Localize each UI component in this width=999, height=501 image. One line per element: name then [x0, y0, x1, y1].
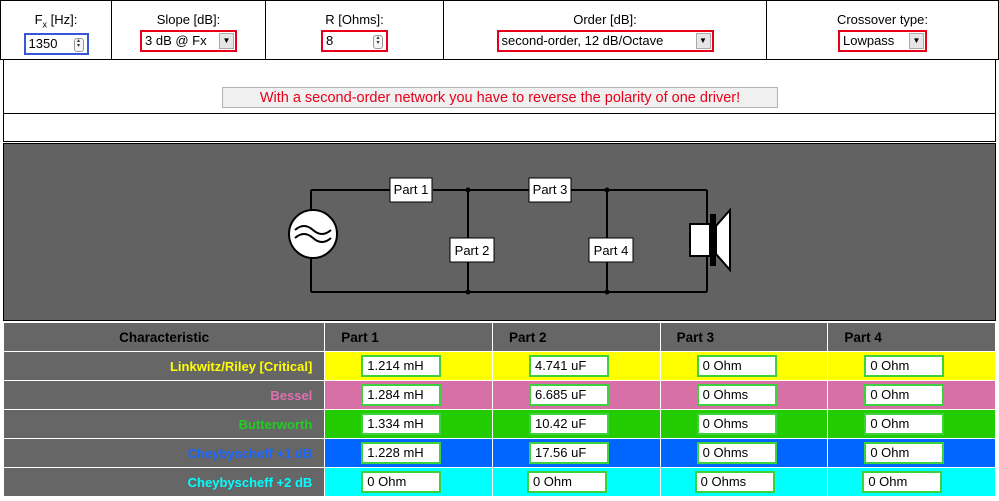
characteristic-name: Butterworth [2, 409, 326, 439]
order-cell: Order [dB]: second-order, 12 dB/Octave ▼ [443, 0, 767, 60]
part-2-box: Part 2 [449, 237, 495, 263]
results-body: Linkwitz/Riley [Critical] 1.214 mH 4.741 u… [2, 351, 996, 497]
table-row: Cheybyscheff +1 dB 1.228 mH 17.56 uF 0 Ohms… [2, 438, 996, 468]
chevron-down-icon[interactable]: ▼ [695, 33, 711, 49]
part-1-cell: 1.228 mH [324, 438, 493, 468]
part-2-value-field[interactable]: 0 Ohm [526, 471, 607, 493]
part-1-value-field[interactable]: 1.214 mH [361, 355, 442, 377]
table-row: Linkwitz/Riley [Critical] 1.214 mH 4.741 u… [2, 351, 996, 381]
part-4-cell: 0 Ohm [827, 438, 996, 468]
slope-label: Slope [dB]: [156, 12, 221, 27]
header-characteristic: Characteristic [2, 322, 326, 352]
header-part-3: Part 3 [659, 322, 829, 352]
part-2-value-field[interactable]: 6.685 uF [528, 384, 609, 406]
part-2-value-field[interactable]: 10.42 uF [528, 413, 609, 435]
part-3-box: Part 3 [528, 177, 572, 203]
fx-label: Fx [Hz]: [34, 12, 78, 30]
part-1-value-field[interactable]: 1.228 mH [361, 442, 442, 464]
part-4-value-field[interactable]: 0 Ohm [864, 355, 945, 377]
part-2-cell: 17.56 uF [491, 438, 661, 468]
circuit-schematic: Part 1 Part 3 Part 2 Part 4 [288, 177, 731, 295]
part-4-value-field[interactable]: 0 Ohm [864, 384, 945, 406]
part-3-value-field[interactable]: 0 Ohms [694, 471, 775, 493]
signal-source-icon [288, 209, 338, 259]
part-2-value-field[interactable]: 17.56 uF [528, 442, 609, 464]
part-1-cell: 1.334 mH [324, 409, 493, 439]
slope-select[interactable]: 3 dB @ Fx ▼ [140, 30, 237, 52]
r-spinner-icon[interactable]: ▴ ▾ [373, 35, 383, 49]
part-2-cell: 6.685 uF [491, 380, 661, 410]
order-select[interactable]: second-order, 12 dB/Octave ▼ [496, 30, 714, 52]
r-label: R [Ohms]: [325, 12, 384, 27]
part-3-label: Part 3 [533, 182, 568, 197]
part-4-box: Part 4 [588, 237, 634, 263]
chevron-down-icon[interactable]: ▼ [909, 33, 924, 49]
part-4-label: Part 4 [594, 243, 629, 258]
fx-spinner-icon[interactable]: ▴ ▾ [73, 37, 84, 52]
results-header-row: Characteristic Part 1 Part 2 Part 3 Part… [2, 322, 996, 352]
part-3-value-field[interactable]: 0 Ohm [696, 355, 777, 377]
characteristic-name: Linkwitz/Riley [Critical] [2, 351, 326, 381]
part-2-cell: 0 Ohm [491, 467, 661, 497]
header-part-2: Part 2 [491, 322, 661, 352]
part-1-value-field[interactable]: 1.284 mH [361, 384, 442, 406]
header-part-1: Part 1 [324, 322, 493, 352]
results-table: Characteristic Part 1 Part 2 Part 3 Part… [2, 322, 996, 497]
part-1-cell: 1.214 mH [324, 351, 493, 381]
speaker-icon [689, 207, 731, 273]
fx-cell: Fx [Hz]: 1350 ▴ ▾ [0, 0, 112, 60]
header-part-4: Part 4 [827, 322, 996, 352]
chevron-down-icon[interactable]: ▼ [219, 33, 234, 49]
table-row: Butterworth 1.334 mH 10.42 uF 0 Ohms 0 Ohm [2, 409, 996, 439]
part-4-value-field[interactable]: 0 Ohm [864, 442, 945, 464]
part-1-cell: 1.284 mH [324, 380, 493, 410]
part-1-cell: 0 Ohm [324, 467, 493, 497]
slope-cell: Slope [dB]: 3 dB @ Fx ▼ [111, 0, 266, 60]
part-3-cell: 0 Ohms [659, 380, 829, 410]
part-3-value-field[interactable]: 0 Ohms [696, 384, 777, 406]
part-4-value-field[interactable]: 0 Ohm [862, 471, 943, 493]
circuit-wires [310, 189, 708, 293]
characteristic-name: Bessel [2, 380, 326, 410]
part-4-cell: 0 Ohm [827, 380, 996, 410]
part-1-label: Part 1 [394, 182, 429, 197]
part-1-box: Part 1 [389, 177, 433, 203]
characteristic-name: Cheybyscheff +2 dB [2, 467, 326, 497]
polarity-warning: With a second-order network you have to … [222, 87, 778, 108]
part-1-value-field[interactable]: 0 Ohm [361, 471, 442, 493]
circuit-diagram: Part 1 Part 3 Part 2 Part 4 [3, 143, 996, 321]
part-4-value-field[interactable]: 0 Ohm [864, 413, 945, 435]
spacer-row [3, 113, 996, 142]
part-3-value-field[interactable]: 0 Ohms [696, 413, 777, 435]
part-1-value-field[interactable]: 1.334 mH [361, 413, 442, 435]
part-2-cell: 4.741 uF [491, 351, 661, 381]
table-row: Bessel 1.284 mH 6.685 uF 0 Ohms 0 Ohm [2, 380, 996, 410]
order-label: Order [dB]: [573, 12, 637, 27]
fx-input[interactable]: 1350 ▴ ▾ [23, 32, 89, 55]
part-2-label: Part 2 [455, 243, 490, 258]
part-4-cell: 0 Ohm [827, 409, 996, 439]
part-2-value-field[interactable]: 4.741 uF [528, 355, 609, 377]
crossover-select[interactable]: Lowpass ▼ [838, 30, 927, 52]
part-3-value-field[interactable]: 0 Ohms [696, 442, 777, 464]
crossover-label: Crossover type: [836, 12, 929, 27]
part-3-cell: 0 Ohms [659, 409, 829, 439]
characteristic-name: Cheybyscheff +1 dB [2, 438, 326, 468]
part-2-cell: 10.42 uF [491, 409, 661, 439]
r-cell: R [Ohms]: 8 ▴ ▾ [265, 0, 444, 60]
part-3-cell: 0 Ohms [659, 467, 829, 497]
part-3-cell: 0 Ohm [659, 351, 829, 381]
parameter-table: Fx [Hz]: 1350 ▴ ▾ Slope [dB]: 3 dB @ Fx ▼ R… [0, 0, 999, 60]
part-3-cell: 0 Ohms [659, 438, 829, 468]
crossover-cell: Crossover type: Lowpass ▼ [766, 0, 999, 60]
table-row: Cheybyscheff +2 dB 0 Ohm 0 Ohm 0 Ohms 0 Ohm [2, 467, 996, 497]
part-4-cell: 0 Ohm [827, 351, 996, 381]
r-input[interactable]: 8 ▴ ▾ [321, 30, 388, 52]
part-4-cell: 0 Ohm [827, 467, 996, 497]
